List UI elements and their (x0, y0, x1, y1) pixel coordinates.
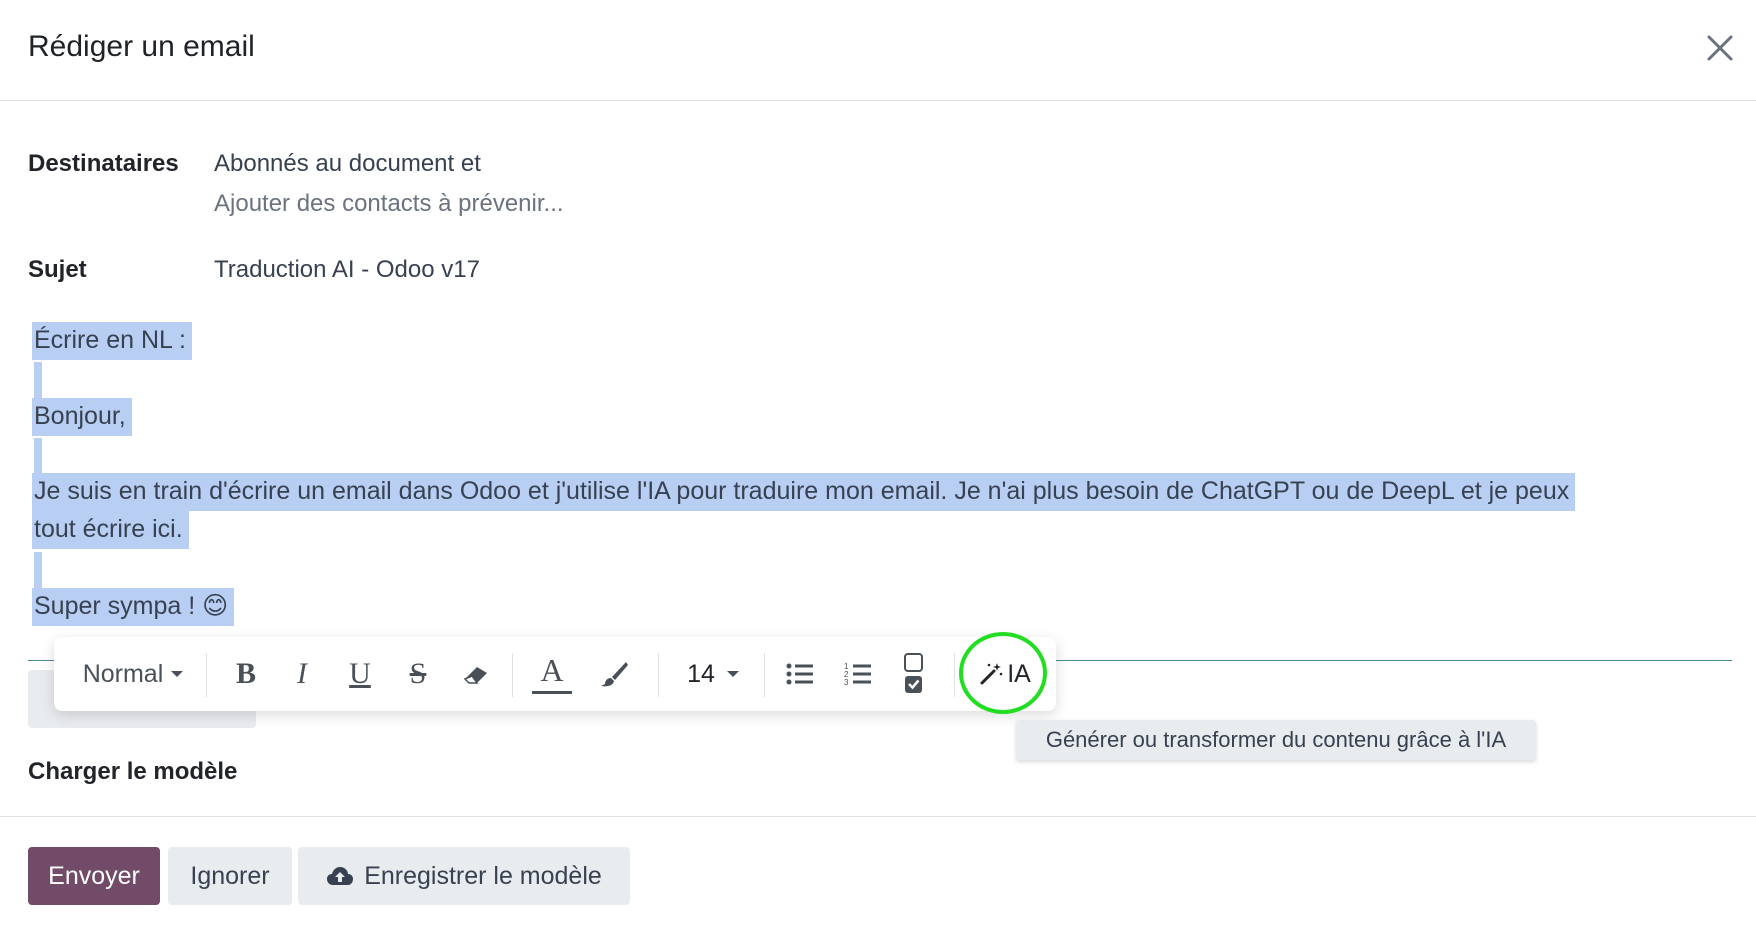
send-button[interactable]: Envoyer (28, 847, 160, 905)
save-template-label: Enregistrer le modèle (364, 861, 602, 890)
body-line: Écrire en NL : (32, 322, 192, 360)
font-size-dropdown[interactable]: 14 (674, 637, 754, 711)
svg-text:A: A (540, 652, 563, 688)
toolbar-separator (764, 653, 765, 697)
italic-button[interactable]: I (280, 637, 324, 711)
background-color-button[interactable] (592, 637, 636, 711)
close-icon[interactable] (1700, 28, 1740, 68)
dialog-header: Rédiger un email (0, 0, 1756, 101)
font-size-label: 14 (687, 659, 715, 688)
selection-blank (34, 438, 42, 474)
body-line: Super sympa ! 😊 (32, 588, 235, 626)
body-text: Super sympa ! 😊 (32, 588, 235, 626)
footer-divider (0, 816, 1756, 817)
cloud-upload-icon (327, 867, 354, 885)
body-line: Bonjour, (32, 398, 132, 436)
italic-icon: I (297, 657, 307, 690)
body-text: Bonjour, (32, 398, 132, 436)
body-text: Écrire en NL : (32, 322, 192, 360)
style-dropdown[interactable]: Normal (72, 637, 196, 711)
recipients-input[interactable]: Ajouter des contacts à prévenir... (214, 190, 564, 218)
selection-blank (34, 362, 42, 398)
strikethrough-button[interactable]: S (396, 637, 440, 711)
editor-toolbar: Normal B I U S A 14 1 2 3 IA (54, 637, 1056, 711)
toolbar-separator (206, 653, 207, 697)
bold-button[interactable]: B (224, 637, 268, 711)
caret-down-icon (171, 671, 184, 677)
toolbar-separator (512, 653, 513, 697)
numbered-list-icon: 1 2 3 (844, 662, 871, 686)
selection-blank (34, 552, 42, 588)
checklist-icon (904, 653, 923, 693)
toolbar-separator (658, 653, 659, 697)
style-label: Normal (82, 659, 164, 688)
magic-wand-icon (980, 663, 1003, 685)
numbered-list-button[interactable]: 1 2 3 (834, 637, 882, 711)
recipients-label: Destinataires (28, 150, 179, 177)
body-text: tout écrire ici. (32, 511, 189, 549)
dialog-title: Rédiger un email (28, 30, 255, 63)
body-text: Je suis en train d'écrire un email dans … (32, 473, 1576, 511)
caret-down-icon (726, 671, 739, 677)
underline-button[interactable]: U (338, 637, 382, 711)
text-color-button[interactable]: A (528, 637, 576, 711)
body-line: tout écrire ici. (32, 511, 189, 549)
discard-button[interactable]: Ignorer (168, 847, 292, 905)
recipients-value: Abonnés au document et (214, 150, 481, 177)
paintbrush-icon (601, 662, 628, 687)
subject-input[interactable]: Traduction AI - Odoo v17 (214, 256, 480, 284)
ai-button[interactable]: IA (964, 637, 1046, 711)
body-line: Je suis en train d'écrire un email dans … (32, 473, 1576, 511)
load-template-label[interactable]: Charger le modèle (28, 758, 237, 786)
underline-icon: U (349, 657, 371, 690)
remove-format-button[interactable] (454, 637, 498, 711)
ai-label: IA (1007, 659, 1031, 688)
eraser-icon (463, 667, 487, 684)
bullet-list-button[interactable] (776, 637, 824, 711)
toolbar-separator (954, 653, 955, 697)
bold-icon: B (235, 657, 256, 690)
strikethrough-icon: S (409, 657, 427, 690)
svg-text:3: 3 (844, 678, 849, 686)
checklist-button[interactable] (892, 637, 936, 711)
ai-tooltip: Générer ou transformer du contenu grâce … (1016, 720, 1536, 760)
save-template-button[interactable]: Enregistrer le modèle (298, 847, 630, 905)
bullet-list-icon (786, 663, 813, 685)
font-color-icon: A (532, 652, 572, 694)
subject-label: Sujet (28, 256, 87, 283)
